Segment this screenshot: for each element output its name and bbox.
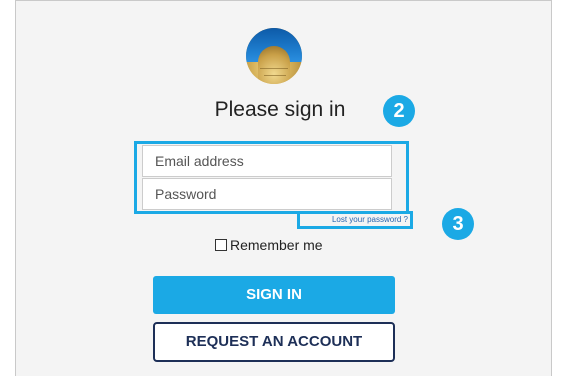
request-account-button[interactable]: REQUEST AN ACCOUNT xyxy=(153,322,395,362)
email-field[interactable] xyxy=(142,145,392,177)
remember-me-label: Remember me xyxy=(230,237,323,253)
lost-password-link[interactable]: Lost your password ? xyxy=(304,215,408,224)
logo-detail xyxy=(260,68,288,69)
password-field[interactable] xyxy=(142,178,392,210)
logo-inner xyxy=(258,46,290,84)
sign-in-button[interactable]: SIGN IN xyxy=(153,276,395,314)
page-title: Please sign in xyxy=(214,98,346,121)
brand-logo xyxy=(246,28,302,84)
checkbox-icon[interactable] xyxy=(215,239,227,251)
callout-badge-3: 3 xyxy=(442,208,474,240)
remember-me[interactable]: Remember me xyxy=(215,236,323,254)
logo-detail xyxy=(264,75,286,76)
callout-badge-2: 2 xyxy=(383,95,415,127)
